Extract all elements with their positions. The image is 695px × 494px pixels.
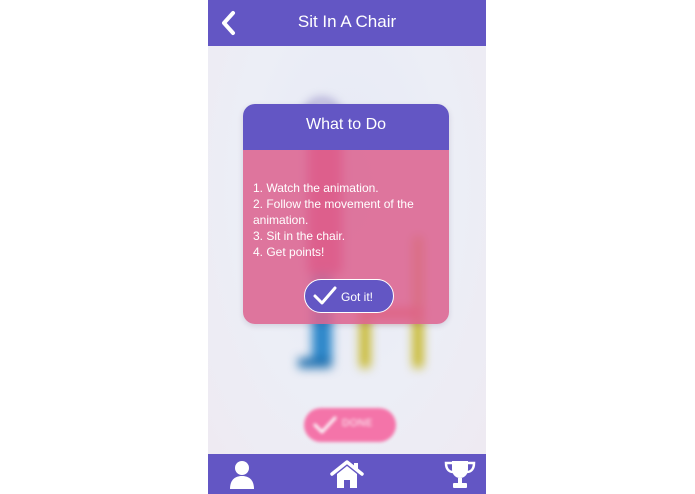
trophy-icon	[444, 461, 476, 488]
instruction-item: 3. Sit in the chair.	[253, 229, 346, 243]
done-button[interactable]: DONE	[304, 408, 396, 442]
instruction-item: 2. Follow the movement of the animation.	[253, 197, 414, 227]
nav-trophy-button[interactable]	[443, 459, 477, 494]
instruction-item: 4. Get points!	[253, 245, 325, 259]
top-app-bar: Sit In A Chair	[208, 0, 486, 46]
figure-foot	[298, 358, 332, 368]
nav-profile-button[interactable]	[228, 459, 256, 494]
profile-icon	[230, 461, 254, 489]
instructions-list: 1. Watch the animation. 2. Follow the mo…	[253, 180, 439, 260]
dialog-header: What to Do	[243, 104, 449, 150]
got-it-button[interactable]: Got it!	[304, 279, 394, 313]
home-icon	[330, 460, 364, 488]
instructions-dialog: What to Do 1. Watch the animation. 2. Fo…	[243, 104, 449, 324]
chair-leg-front	[360, 318, 370, 368]
got-it-label: Got it!	[341, 290, 374, 304]
main-content: DONE What to Do 1. Watch the animation. …	[208, 46, 486, 454]
bottom-nav-bar	[208, 454, 486, 494]
dialog-body: 1. Watch the animation. 2. Follow the mo…	[243, 150, 449, 324]
checkmark-icon	[313, 286, 337, 305]
page-title: Sit In A Chair	[297, 12, 397, 31]
phone-screen: Sit In A Chair DONE What to Do 1. Watch …	[208, 0, 486, 494]
nav-home-button[interactable]	[329, 459, 365, 494]
dialog-title: What to Do	[305, 116, 387, 133]
done-button-label: DONE	[342, 418, 373, 429]
instruction-item: 1. Watch the animation.	[253, 181, 379, 195]
chair-leg-back	[413, 318, 423, 368]
checkmark-icon	[313, 416, 337, 434]
